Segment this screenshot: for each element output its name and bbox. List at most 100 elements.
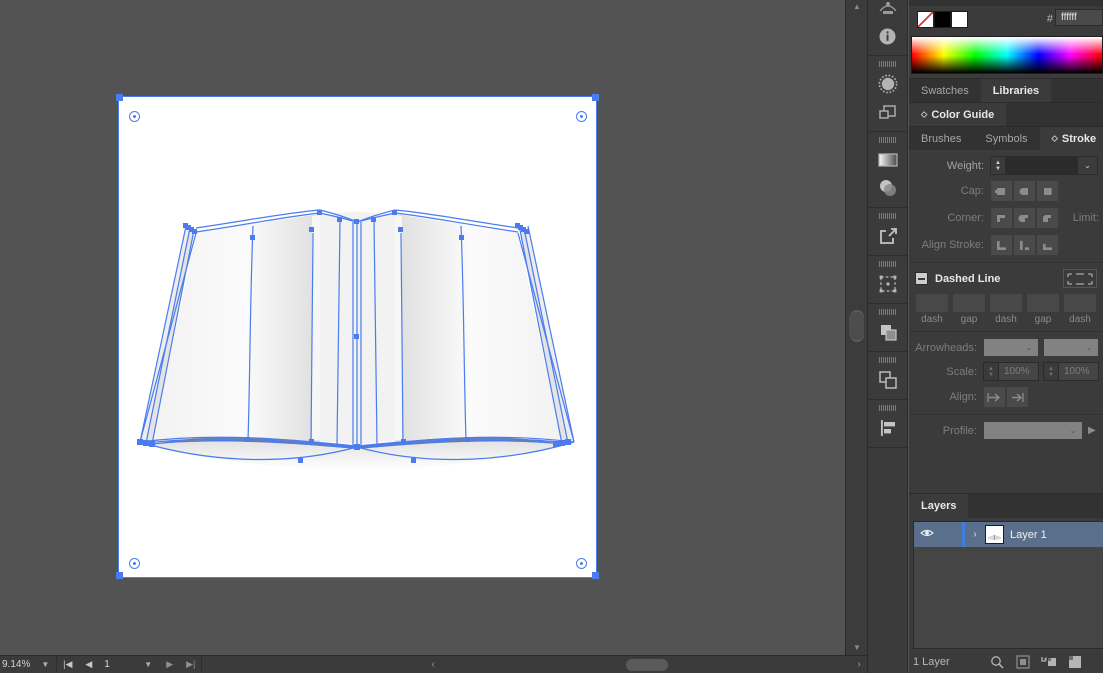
arrowhead-end-chevron-down-icon[interactable]: ⌄ [1080,343,1098,352]
arrowhead-start-chevron-down-icon[interactable]: ⌄ [1020,343,1038,352]
layers-list[interactable]: › Layer 1 [913,521,1103,649]
make-clipping-mask-icon[interactable] [1010,651,1036,673]
dash-gap-fields[interactable] [909,293,1103,313]
scroll-right-chevron-right-icon[interactable]: › [851,659,867,670]
round-cap-icon[interactable] [1013,180,1036,202]
align-stroke-center-icon[interactable] [990,234,1013,256]
panel-splitter-grabber[interactable] [849,312,864,340]
tabstrip-swatches-libraries[interactable]: Swatches Libraries [909,78,1103,102]
page-navigation[interactable]: |◀ ◀ 1 ▼ ▶ ▶| [57,656,201,673]
panel-grip-icon[interactable] [878,405,897,411]
info-icon[interactable] [873,22,903,50]
panel-grip-icon[interactable] [878,309,897,315]
arrow-place-at-end-icon[interactable] [1006,386,1029,408]
new-layer-icon[interactable] [1062,651,1088,673]
dash-field-1[interactable] [915,293,949,313]
layer-name-label[interactable]: Layer 1 [1010,529,1047,541]
first-page-icon[interactable]: |◀ [57,659,78,670]
arrowhead-end-select[interactable]: ⌄ [1043,338,1099,357]
graphic-styles-icon[interactable] [873,98,903,126]
zoom-control[interactable]: 9.14% ▼ [0,656,56,673]
scale-end-input[interactable]: 100% [1058,362,1099,381]
pathfinder-icon[interactable] [873,318,903,346]
align-icon[interactable] [873,414,903,442]
horizontal-scroll-track[interactable] [441,656,851,673]
stroke-weight-input[interactable] [1005,156,1078,175]
locate-object-icon[interactable] [984,651,1010,673]
butt-cap-icon[interactable] [990,180,1013,202]
appearance-icon[interactable] [873,70,903,98]
brush-library-icon[interactable] [873,0,903,22]
chevron-right-icon[interactable]: › [965,529,985,540]
black-swatch[interactable] [934,11,951,28]
transform-icon[interactable] [873,270,903,298]
arrowhead-align-buttons[interactable] [983,386,1029,408]
horizontal-scroll-thumb[interactable] [626,658,668,671]
white-swatch[interactable] [951,11,968,28]
page-number-value[interactable]: 1 [99,659,137,670]
align-stroke-outside-icon[interactable] [1036,234,1059,256]
panel-grip-icon[interactable] [878,357,897,363]
arrowhead-start-select[interactable]: ⌄ [983,338,1039,357]
scale-start-input[interactable]: 100% [998,362,1039,381]
layers-tabstrip[interactable]: Layers [909,494,1103,518]
zoom-level-value[interactable]: 9.14% [0,659,34,670]
canvas-area[interactable] [0,0,845,655]
tab-brushes[interactable]: Brushes [909,127,974,150]
hex-color-input[interactable]: ffffff [1055,9,1103,26]
projecting-cap-icon[interactable] [1036,180,1059,202]
tabstrip-brushes-symbols-stroke[interactable]: Brushes Symbols ⬦ Stroke [909,126,1103,150]
align-objects-icon[interactable] [873,366,903,394]
prev-page-icon[interactable]: ◀ [78,659,99,670]
dash-field-2[interactable] [989,293,1023,313]
stroke-weight-chevron-down-icon[interactable]: ⌄ [1078,156,1098,175]
panel-toggle-icon[interactable]: ⬦ [921,109,927,120]
canvas-horizontal-scrollbar[interactable]: ‹ › [425,655,867,673]
gradient-icon[interactable] [873,146,903,174]
color-spectrum-ramp[interactable] [911,36,1103,74]
last-page-icon[interactable]: ▶| [180,659,201,670]
page-dropdown-chevron-down-icon[interactable]: ▼ [137,660,159,669]
scroll-down-icon[interactable]: ▼ [846,641,868,655]
dashed-line-checkbox[interactable] [915,272,928,285]
align-stroke-buttons[interactable] [990,234,1059,256]
tab-libraries[interactable]: Libraries [980,79,1052,102]
eye-icon[interactable] [914,528,939,541]
tab-color-guide[interactable]: ⬦ Color Guide [909,103,1007,126]
arrow-extend-beyond-icon[interactable] [983,386,1006,408]
scroll-left-chevron-left-icon[interactable]: ‹ [425,659,441,670]
stroke-profile-chevron-down-icon[interactable]: ⌄ [1064,426,1082,435]
tab-stroke[interactable]: ⬦ Stroke [1039,127,1103,150]
stroke-profile-select[interactable]: ⌄ [983,421,1083,440]
panel-grip-icon[interactable] [878,213,897,219]
tab-layers[interactable]: Layers [909,494,969,518]
layer-row-layer-1[interactable]: › Layer 1 [914,522,1103,547]
panel-toggle-icon[interactable]: ⬦ [1052,133,1058,144]
stroke-corner-buttons[interactable] [990,207,1059,229]
new-sublayer-icon[interactable] [1036,651,1062,673]
zoom-dropdown-chevron-down-icon[interactable]: ▼ [34,660,56,669]
tab-swatches[interactable]: Swatches [909,79,981,102]
flip-profile-icon[interactable]: ▶ [1088,425,1096,436]
color-panel[interactable]: # ffffff [909,0,1103,78]
tabstrip-color-guide[interactable]: ⬦ Color Guide [909,102,1103,126]
scale-end-stepper[interactable]: ▲ ▼ [1043,362,1058,381]
stroke-weight-stepper[interactable]: ▲ ▼ [990,156,1005,175]
scale-start-stepper[interactable]: ▲ ▼ [983,362,998,381]
gap-field-1[interactable] [952,293,986,313]
miter-join-icon[interactable] [990,207,1013,229]
links-icon[interactable] [873,222,903,250]
align-stroke-inside-icon[interactable] [1013,234,1036,256]
preserve-dash-icon[interactable] [1063,269,1097,288]
round-join-icon[interactable] [1013,207,1036,229]
gap-field-2[interactable] [1026,293,1060,313]
stroke-cap-buttons[interactable] [990,180,1059,202]
tab-symbols[interactable]: Symbols [973,127,1040,150]
artwork-open-book[interactable] [0,0,845,655]
none-swatch[interactable] [917,11,934,28]
panel-grip-icon[interactable] [878,137,897,143]
panel-grip-icon[interactable] [878,61,897,67]
next-page-icon[interactable]: ▶ [159,659,180,670]
transparency-icon[interactable] [873,174,903,202]
collapsed-panel-dock[interactable] [867,0,908,673]
